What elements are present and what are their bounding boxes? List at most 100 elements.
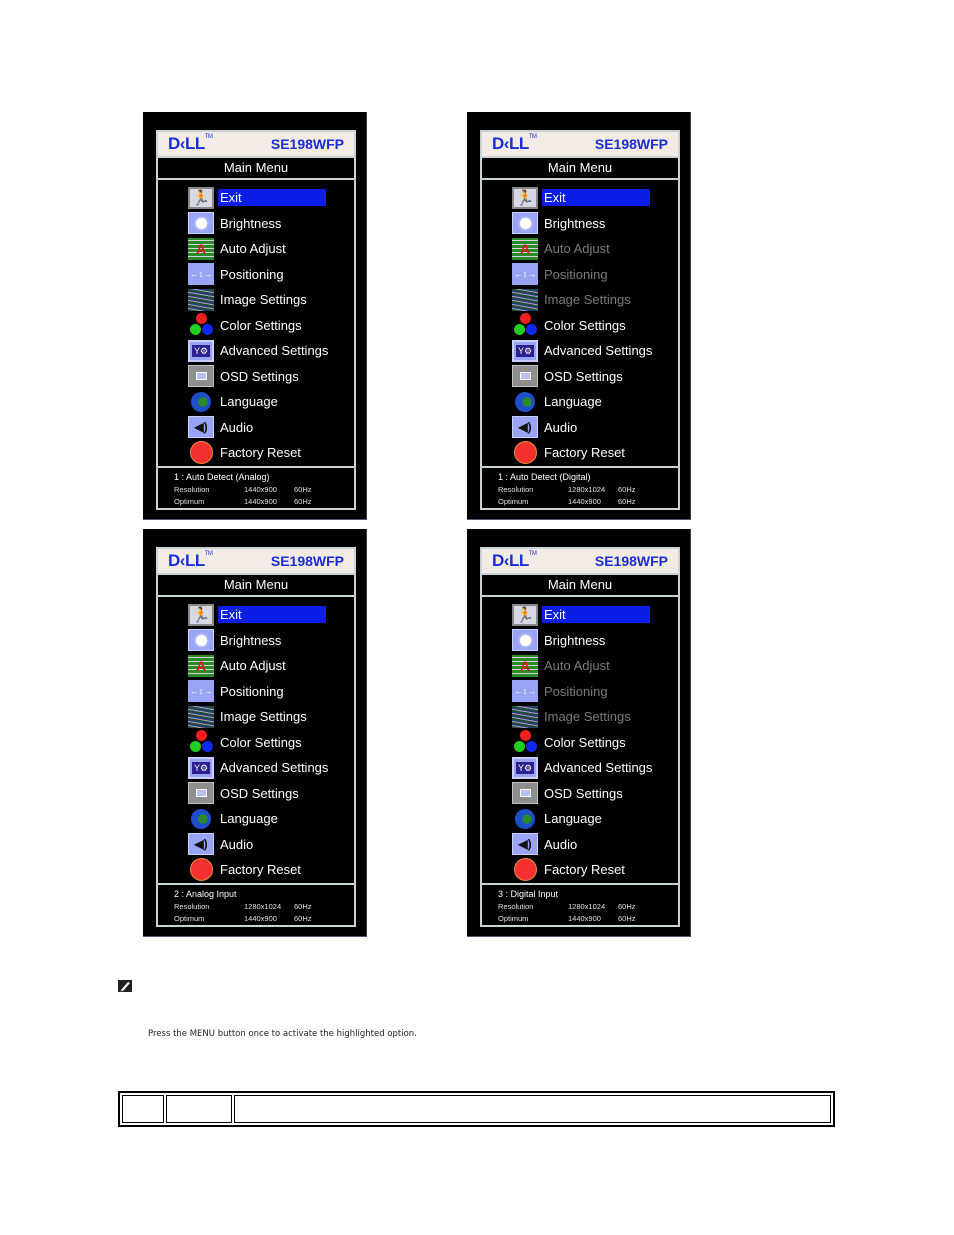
menu-item[interactable]: OSD Settings (158, 364, 354, 390)
menu-item[interactable]: Color Settings (158, 313, 354, 339)
menu-item[interactable]: ←↕→ Positioning (482, 262, 678, 288)
menu-item[interactable]: Color Settings (482, 730, 678, 756)
auto-adjust-icon: A (188, 237, 214, 260)
menu-item[interactable]: Image Settings (482, 704, 678, 730)
model-name: SE198WFP (594, 553, 668, 569)
osd-settings-icon (188, 365, 214, 388)
model-name: SE198WFP (270, 136, 344, 152)
menu-item-label: Exit (220, 607, 242, 623)
menu-item[interactable]: Brightness (158, 211, 354, 237)
positioning-arrows-icon: ←↕→ (188, 263, 214, 286)
resolution-hz: 60Hz (294, 485, 312, 494)
input-info: 2 : Analog Input Resolution 1280x1024 60Hz O… (158, 885, 354, 926)
optimum-hz: 60Hz (294, 497, 312, 506)
menu-item[interactable]: 🏃 Exit (158, 602, 354, 628)
resolution-value: 1280x1024 (568, 902, 606, 911)
auto-adjust-icon: A (512, 654, 538, 677)
menu-item[interactable]: A Auto Adjust (158, 653, 354, 679)
menu-item[interactable]: Color Settings (158, 730, 354, 756)
menu-item[interactable]: Image Settings (158, 287, 354, 313)
menu-title: Main Menu (158, 575, 354, 597)
osd-settings-icon (512, 365, 538, 388)
optimum-row: Optimum 1440x900 60Hz (498, 497, 678, 509)
menu-item-label: Positioning (544, 683, 608, 699)
menu-item[interactable]: Factory Reset (482, 440, 678, 466)
globe-icon (188, 391, 214, 413)
menu-item[interactable]: Factory Reset (482, 857, 678, 883)
advanced-settings-icon: Y⚙ (512, 756, 538, 779)
osd-panel: D‹LLTM SE198WFP Main Menu 🏃 Exit Brightness A A… (143, 529, 367, 937)
resolution-value: 1280x1024 (244, 902, 282, 911)
menu-item[interactable]: ◀) Audio (482, 415, 678, 441)
menu-item[interactable]: Image Settings (482, 287, 678, 313)
menu-item-label: Advanced Settings (220, 343, 329, 359)
instruction-text: Press the MENU button once to activate t… (148, 1029, 417, 1039)
menu-item[interactable]: Brightness (482, 211, 678, 237)
menu-item-label: Exit (544, 190, 566, 206)
menu-item-label: Factory Reset (544, 862, 625, 878)
menu-item-label: Factory Reset (220, 445, 301, 461)
menu-item[interactable]: ◀) Audio (482, 832, 678, 858)
resolution-row: Resolution 1280x1024 60Hz (174, 902, 354, 914)
menu-title: Main Menu (482, 575, 678, 597)
menu-title: Main Menu (158, 158, 354, 180)
menu-item[interactable]: Language (482, 806, 678, 832)
menu-item[interactable]: OSD Settings (482, 781, 678, 807)
menu-item[interactable]: ←↕→ Positioning (482, 679, 678, 705)
menu-item[interactable]: ◀) Audio (158, 832, 354, 858)
menu-item-label: Brightness (220, 632, 282, 648)
menu-item[interactable]: Language (158, 389, 354, 415)
menu-item[interactable]: Factory Reset (158, 857, 354, 883)
osd-panel: D‹LLTM SE198WFP Main Menu 🏃 Exit Brightness A A… (467, 529, 691, 937)
auto-adjust-icon: A (188, 654, 214, 677)
menu-item-label: Image Settings (220, 292, 307, 308)
menu-item[interactable]: ◀) Audio (158, 415, 354, 441)
osd-frame: D‹LLTM SE198WFP Main Menu 🏃 Exit Brightness A A… (480, 130, 680, 510)
optimum-row: Optimum 1440x900 60Hz (174, 497, 354, 509)
menu-item-label: Color Settings (220, 317, 302, 333)
input-source-title: 3 : Digital Input (498, 889, 559, 899)
optimum-label: Optimum (174, 497, 205, 506)
resolution-label: Resolution (174, 902, 210, 911)
menu-item[interactable]: Brightness (482, 628, 678, 654)
menu-item[interactable]: Y⚙ Advanced Settings (482, 338, 678, 364)
menu-item[interactable]: OSD Settings (158, 781, 354, 807)
input-info: 1 : Auto Detect (Digital) Resolution 1280x… (482, 468, 678, 509)
menu-item[interactable]: ←↕→ Positioning (158, 679, 354, 705)
menu-item[interactable]: Language (482, 389, 678, 415)
menu-item[interactable]: A Auto Adjust (482, 653, 678, 679)
menu-item[interactable]: 🏃 Exit (158, 185, 354, 211)
menu-item-label: Positioning (220, 266, 284, 282)
menu-item[interactable]: 🏃 Exit (482, 602, 678, 628)
menu-list: 🏃 Exit Brightness A Auto Adjust ←↕→ Positionin… (158, 597, 354, 885)
menu-item-label: Auto Adjust (544, 241, 610, 257)
menu-item-label: Exit (220, 190, 242, 206)
menu-item[interactable]: Factory Reset (158, 440, 354, 466)
resolution-label: Resolution (174, 485, 210, 494)
osd-header: D‹LLTM SE198WFP (158, 132, 354, 158)
menu-item-label: Advanced Settings (544, 343, 653, 359)
menu-item[interactable]: Y⚙ Advanced Settings (158, 755, 354, 781)
menu-item-label: OSD Settings (544, 368, 623, 384)
resolution-hz: 60Hz (618, 485, 636, 494)
input-source-title: 1 : Auto Detect (Analog) (174, 472, 270, 482)
menu-item[interactable]: Y⚙ Advanced Settings (482, 755, 678, 781)
menu-item[interactable]: Color Settings (482, 313, 678, 339)
input-source-title: 2 : Analog Input (174, 889, 237, 899)
menu-item[interactable]: 🏃 Exit (482, 185, 678, 211)
menu-item[interactable]: A Auto Adjust (482, 236, 678, 262)
menu-item-label: Brightness (544, 632, 606, 648)
menu-item[interactable]: Brightness (158, 628, 354, 654)
menu-item[interactable]: Language (158, 806, 354, 832)
menu-item[interactable]: A Auto Adjust (158, 236, 354, 262)
exit-icon: 🏃 (188, 603, 214, 626)
menu-item[interactable]: Image Settings (158, 704, 354, 730)
menu-item-label: Advanced Settings (220, 760, 329, 776)
factory-reset-icon (512, 441, 538, 465)
menu-title: Main Menu (482, 158, 678, 180)
optimum-label: Optimum (174, 914, 205, 923)
menu-item[interactable]: ←↕→ Positioning (158, 262, 354, 288)
menu-item-label: Audio (544, 836, 578, 852)
menu-item[interactable]: Y⚙ Advanced Settings (158, 338, 354, 364)
menu-item[interactable]: OSD Settings (482, 364, 678, 390)
